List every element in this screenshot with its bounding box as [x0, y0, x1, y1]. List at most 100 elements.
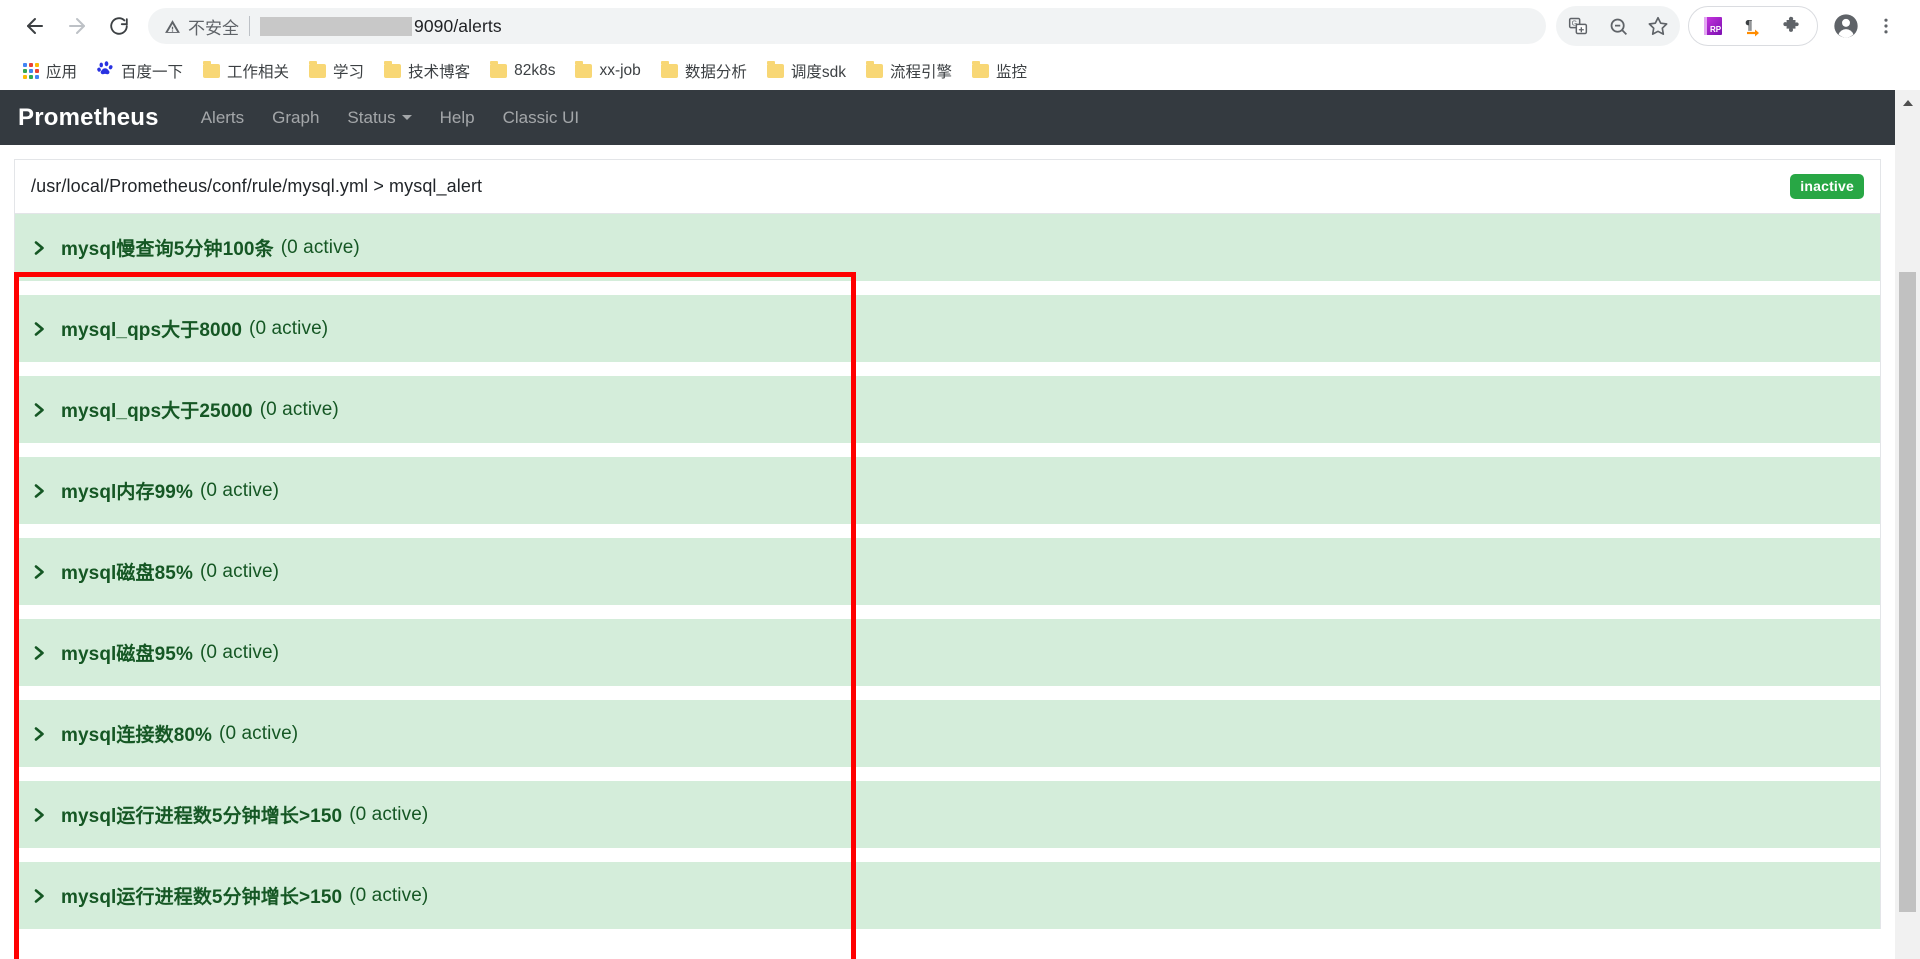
browser-toolbar: 不安全 9090/alerts G RP ¶ — [0, 0, 1920, 52]
nav-link-status[interactable]: Status — [333, 100, 425, 136]
alert-rule-row[interactable]: mysql_qps大于8000 (0 active) — [15, 295, 1880, 362]
alert-rule-row[interactable]: mysql磁盘95% (0 active) — [15, 619, 1880, 686]
extension-pilcrow-icon[interactable]: ¶ — [1733, 6, 1773, 46]
alert-rule-row[interactable]: mysql慢查询5分钟100条 (0 active) — [15, 214, 1880, 281]
folder-icon — [660, 61, 678, 78]
bookmark-item-monitoring[interactable]: 监控 — [963, 55, 1036, 87]
bookmark-star-icon[interactable] — [1638, 6, 1678, 46]
alert-rule-row[interactable]: mysql_qps大于25000 (0 active) — [15, 376, 1880, 443]
prometheus-navbar: Prometheus Alerts Graph Status Help Clas… — [0, 90, 1895, 145]
nav-link-alerts[interactable]: Alerts — [187, 100, 258, 136]
nav-label: Graph — [272, 107, 320, 127]
svg-text:RP: RP — [1710, 25, 1722, 34]
omnibox-icon-group: G — [1556, 6, 1680, 46]
prometheus-brand[interactable]: Prometheus — [18, 104, 159, 132]
bookmark-label: 学习 — [333, 64, 365, 81]
folder-icon — [971, 61, 989, 78]
profile-avatar-icon[interactable] — [1826, 6, 1866, 46]
bookmark-item-data-analysis[interactable]: 数据分析 — [652, 55, 756, 87]
nav-label: Status — [347, 107, 396, 127]
toolbar-right-icons: G RP ¶ — [1556, 6, 1906, 46]
alert-rule-name: mysql_qps大于25000 — [61, 401, 253, 422]
rule-group-path: /usr/local/Prometheus/conf/rule/mysql.ym… — [31, 176, 483, 196]
alert-rule-name: mysql_qps大于8000 — [61, 320, 243, 341]
bookmark-item-study[interactable]: 学习 — [300, 55, 373, 87]
alert-rule-row[interactable]: mysql内存99% (0 active) — [15, 457, 1880, 524]
translate-icon[interactable]: G — [1558, 6, 1598, 46]
status-badge: inactive — [1790, 174, 1864, 199]
bookmark-item-work[interactable]: 工作相关 — [194, 55, 298, 87]
extension-puzzle-icon[interactable] — [1773, 6, 1813, 46]
nav-link-graph[interactable]: Graph — [258, 100, 333, 136]
forward-arrow-icon[interactable] — [56, 5, 98, 47]
alert-rule-name: mysql内存99% — [61, 482, 193, 503]
alert-rule-row[interactable]: mysql磁盘85% (0 active) — [15, 538, 1880, 605]
chevron-right-icon — [33, 564, 51, 580]
scrollbar-thumb[interactable] — [1899, 272, 1916, 912]
bookmark-item-82k8s[interactable]: 82k8s — [481, 57, 564, 85]
alert-active-count: (0 active) — [349, 803, 429, 825]
chevron-right-icon — [33, 888, 51, 904]
browser-chrome: 不安全 9090/alerts G RP ¶ 应用 百度一下 工作相关 学习 技… — [0, 0, 1920, 90]
alert-rule-name: mysql连接数80% — [61, 725, 213, 746]
alert-rule-name: mysql磁盘95% — [61, 644, 193, 665]
omnibox-divider — [249, 16, 250, 36]
bookmark-label: 82k8s — [514, 62, 556, 79]
reload-icon[interactable] — [98, 5, 140, 47]
chevron-right-icon — [33, 807, 51, 823]
bookmark-label: 监控 — [995, 64, 1027, 81]
folder-icon — [203, 61, 221, 78]
alerts-content: /usr/local/Prometheus/conf/rule/mysql.ym… — [0, 159, 1895, 929]
alert-rule-name: mysql运行进程数5分钟增长>150 — [61, 806, 343, 827]
alert-active-count: (0 active) — [199, 560, 280, 582]
rule-group-card: /usr/local/Prometheus/conf/rule/mysql.ym… — [14, 159, 1881, 929]
folder-icon — [766, 61, 784, 78]
scrollbar-up-arrow-icon[interactable] — [1895, 90, 1920, 115]
bookmark-label: 流程引擎 — [889, 64, 952, 81]
page-scrollbar[interactable] — [1895, 90, 1920, 959]
alert-rule-row[interactable]: mysql运行进程数5分钟增长>150 (0 active) — [15, 781, 1880, 848]
bookmark-label: 调度sdk — [790, 64, 846, 81]
address-bar[interactable]: 不安全 9090/alerts — [148, 8, 1546, 44]
alert-active-count: (0 active) — [259, 398, 339, 420]
security-label: 不安全 — [188, 18, 239, 38]
zoom-out-icon[interactable] — [1598, 6, 1638, 46]
url-redacted-block — [260, 16, 412, 36]
baidu-icon — [97, 60, 114, 82]
back-arrow-icon[interactable] — [14, 5, 56, 47]
extension-rp-icon[interactable]: RP — [1693, 6, 1733, 46]
alert-rule-row[interactable]: mysql连接数80% (0 active) — [15, 700, 1880, 767]
bookmark-item-process-engine[interactable]: 流程引擎 — [857, 55, 961, 87]
chevron-down-icon — [401, 115, 412, 120]
chevron-right-icon — [33, 483, 51, 499]
bookmark-item-scheduler-sdk[interactable]: 调度sdk — [758, 55, 855, 87]
alert-rule-name: mysql运行进程数5分钟增长>150 — [61, 887, 343, 908]
security-warning[interactable]: 不安全 — [164, 14, 239, 39]
alert-rule-name: mysql磁盘85% — [61, 563, 193, 584]
alert-active-count: (0 active) — [199, 641, 280, 663]
nav-label: Classic UI — [502, 107, 580, 127]
page-content: Prometheus Alerts Graph Status Help Clas… — [0, 90, 1895, 959]
page-viewport: Prometheus Alerts Graph Status Help Clas… — [0, 90, 1920, 959]
nav-link-classic-ui[interactable]: Classic UI — [489, 100, 594, 136]
bookmarks-bar: 应用 百度一下 工作相关 学习 技术博客 82k8s xx-job 数据分析 调… — [0, 52, 1920, 90]
alert-active-count: (0 active) — [219, 722, 299, 744]
url-text: 9090/alerts — [414, 15, 502, 36]
folder-icon — [575, 61, 593, 78]
bookmark-label: 应用 — [46, 64, 78, 81]
alert-rule-row[interactable]: mysql运行进程数5分钟增长>150 (0 active) — [15, 862, 1880, 929]
nav-link-help[interactable]: Help — [426, 100, 489, 136]
bookmark-item-apps[interactable]: 应用 — [14, 55, 86, 87]
warning-triangle-icon — [165, 19, 180, 33]
bookmark-item-baidu[interactable]: 百度一下 — [88, 55, 192, 87]
bookmark-item-techblog[interactable]: 技术博客 — [375, 55, 479, 87]
bookmark-item-xxjob[interactable]: xx-job — [566, 57, 649, 85]
alert-active-count: (0 active) — [249, 317, 329, 339]
apps-grid-icon — [23, 63, 39, 79]
bookmark-label: xx-job — [599, 62, 641, 79]
three-dot-menu-icon[interactable] — [1866, 6, 1906, 46]
rule-group-header[interactable]: /usr/local/Prometheus/conf/rule/mysql.ym… — [15, 160, 1880, 214]
chevron-right-icon — [33, 645, 51, 661]
bookmark-label: 数据分析 — [684, 64, 747, 81]
bookmark-label: 百度一下 — [121, 64, 184, 81]
